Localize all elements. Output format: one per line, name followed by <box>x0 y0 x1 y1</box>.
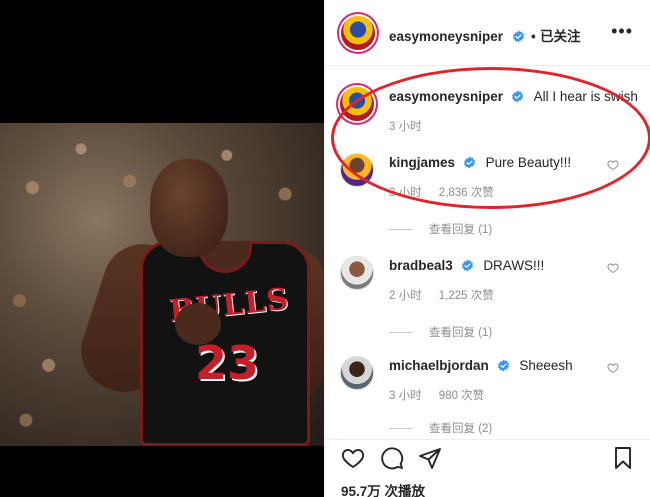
comment-meta: 3 小时 980 次赞 <box>389 387 484 403</box>
video-player[interactable]: BULLS 23 <box>0 123 324 446</box>
separator-dot: • <box>530 29 536 44</box>
player-jersey: BULLS 23 <box>140 241 310 446</box>
share-icon[interactable] <box>418 446 442 470</box>
comment-time[interactable]: 3 小时 <box>389 187 422 199</box>
heart-icon[interactable] <box>341 446 365 470</box>
view-count[interactable]: 95.7万 次播放 <box>341 480 425 497</box>
view-replies-label[interactable]: 查看回复 (1) <box>429 327 492 339</box>
comment-likes[interactable]: 980 次赞 <box>439 390 484 402</box>
view-replies-label[interactable]: 查看回复 (1) <box>429 224 492 236</box>
replies-rule <box>389 428 413 430</box>
caption-time[interactable]: 3 小时 <box>389 121 422 133</box>
comment-avatar[interactable] <box>340 356 374 390</box>
comment-text: DRAWS!!! <box>483 258 545 273</box>
more-options-icon[interactable]: ••• <box>611 22 633 40</box>
heart-icon[interactable] <box>607 362 619 374</box>
comment-text: Sheeesh <box>519 358 573 373</box>
caption-username[interactable]: easymoneysniper <box>389 89 503 104</box>
heart-icon[interactable] <box>607 159 619 171</box>
comment-text: Pure Beauty!!! <box>485 155 572 170</box>
player-head <box>150 159 228 257</box>
comments-list[interactable]: easymoneysniper All I hear is swish 3 小时… <box>325 67 650 439</box>
comment-username[interactable]: michaelbjordan <box>389 358 489 373</box>
caption-line: easymoneysniper All I hear is swish <box>389 89 638 104</box>
replies-rule <box>389 229 413 231</box>
comment-line: bradbeal3 DRAWS!!! <box>389 258 544 273</box>
author-line: easymoneysniper • 已关注 <box>389 25 581 46</box>
comment-meta: 2 小时 1,225 次赞 <box>389 287 494 303</box>
replies-rule <box>389 332 413 334</box>
caption-text: All I hear is swish <box>533 89 638 104</box>
comment-time[interactable]: 2 小时 <box>389 290 422 302</box>
post-action-bar: 95.7万 次播放 <box>325 439 650 497</box>
post-side-panel: easymoneysniper • 已关注 ••• easymoneysnipe… <box>324 0 650 497</box>
follow-status-button[interactable]: 已关注 <box>540 29 581 44</box>
view-replies-label[interactable]: 查看回复 (2) <box>429 423 492 435</box>
view-replies-button[interactable]: 查看回复 (2) <box>389 420 492 436</box>
author-avatar[interactable] <box>341 16 375 50</box>
caption-avatar[interactable] <box>340 87 374 121</box>
heart-icon[interactable] <box>607 262 619 274</box>
comment-likes[interactable]: 1,225 次赞 <box>439 290 494 302</box>
verified-badge-icon <box>463 156 475 169</box>
comment-username[interactable]: bradbeal3 <box>389 258 453 273</box>
comment-likes[interactable]: 2,836 次赞 <box>439 187 494 199</box>
verified-badge-icon <box>461 259 473 272</box>
view-replies-button[interactable]: 查看回复 (1) <box>389 324 492 340</box>
comment-line: michaelbjordan Sheeesh <box>389 358 573 373</box>
comment-username[interactable]: kingjames <box>389 155 455 170</box>
verified-badge-icon <box>497 359 509 372</box>
verified-badge-icon <box>512 30 524 43</box>
bookmark-icon[interactable] <box>611 446 635 470</box>
post-media[interactable]: BULLS 23 <box>0 0 324 497</box>
author-username[interactable]: easymoneysniper <box>389 29 503 44</box>
comment-line: kingjames Pure Beauty!!! <box>389 155 571 170</box>
comment-meta: 3 小时 2,836 次赞 <box>389 184 494 200</box>
verified-badge-icon <box>511 90 523 103</box>
post-header: easymoneysniper • 已关注 ••• <box>325 0 650 66</box>
comment-avatar[interactable] <box>340 153 374 187</box>
comment-time[interactable]: 3 小时 <box>389 390 422 402</box>
comment-avatar[interactable] <box>340 256 374 290</box>
view-replies-button[interactable]: 查看回复 (1) <box>389 221 492 237</box>
caption-meta: 3 小时 <box>389 118 422 134</box>
player-hand <box>175 303 221 345</box>
comment-icon[interactable] <box>380 446 404 470</box>
